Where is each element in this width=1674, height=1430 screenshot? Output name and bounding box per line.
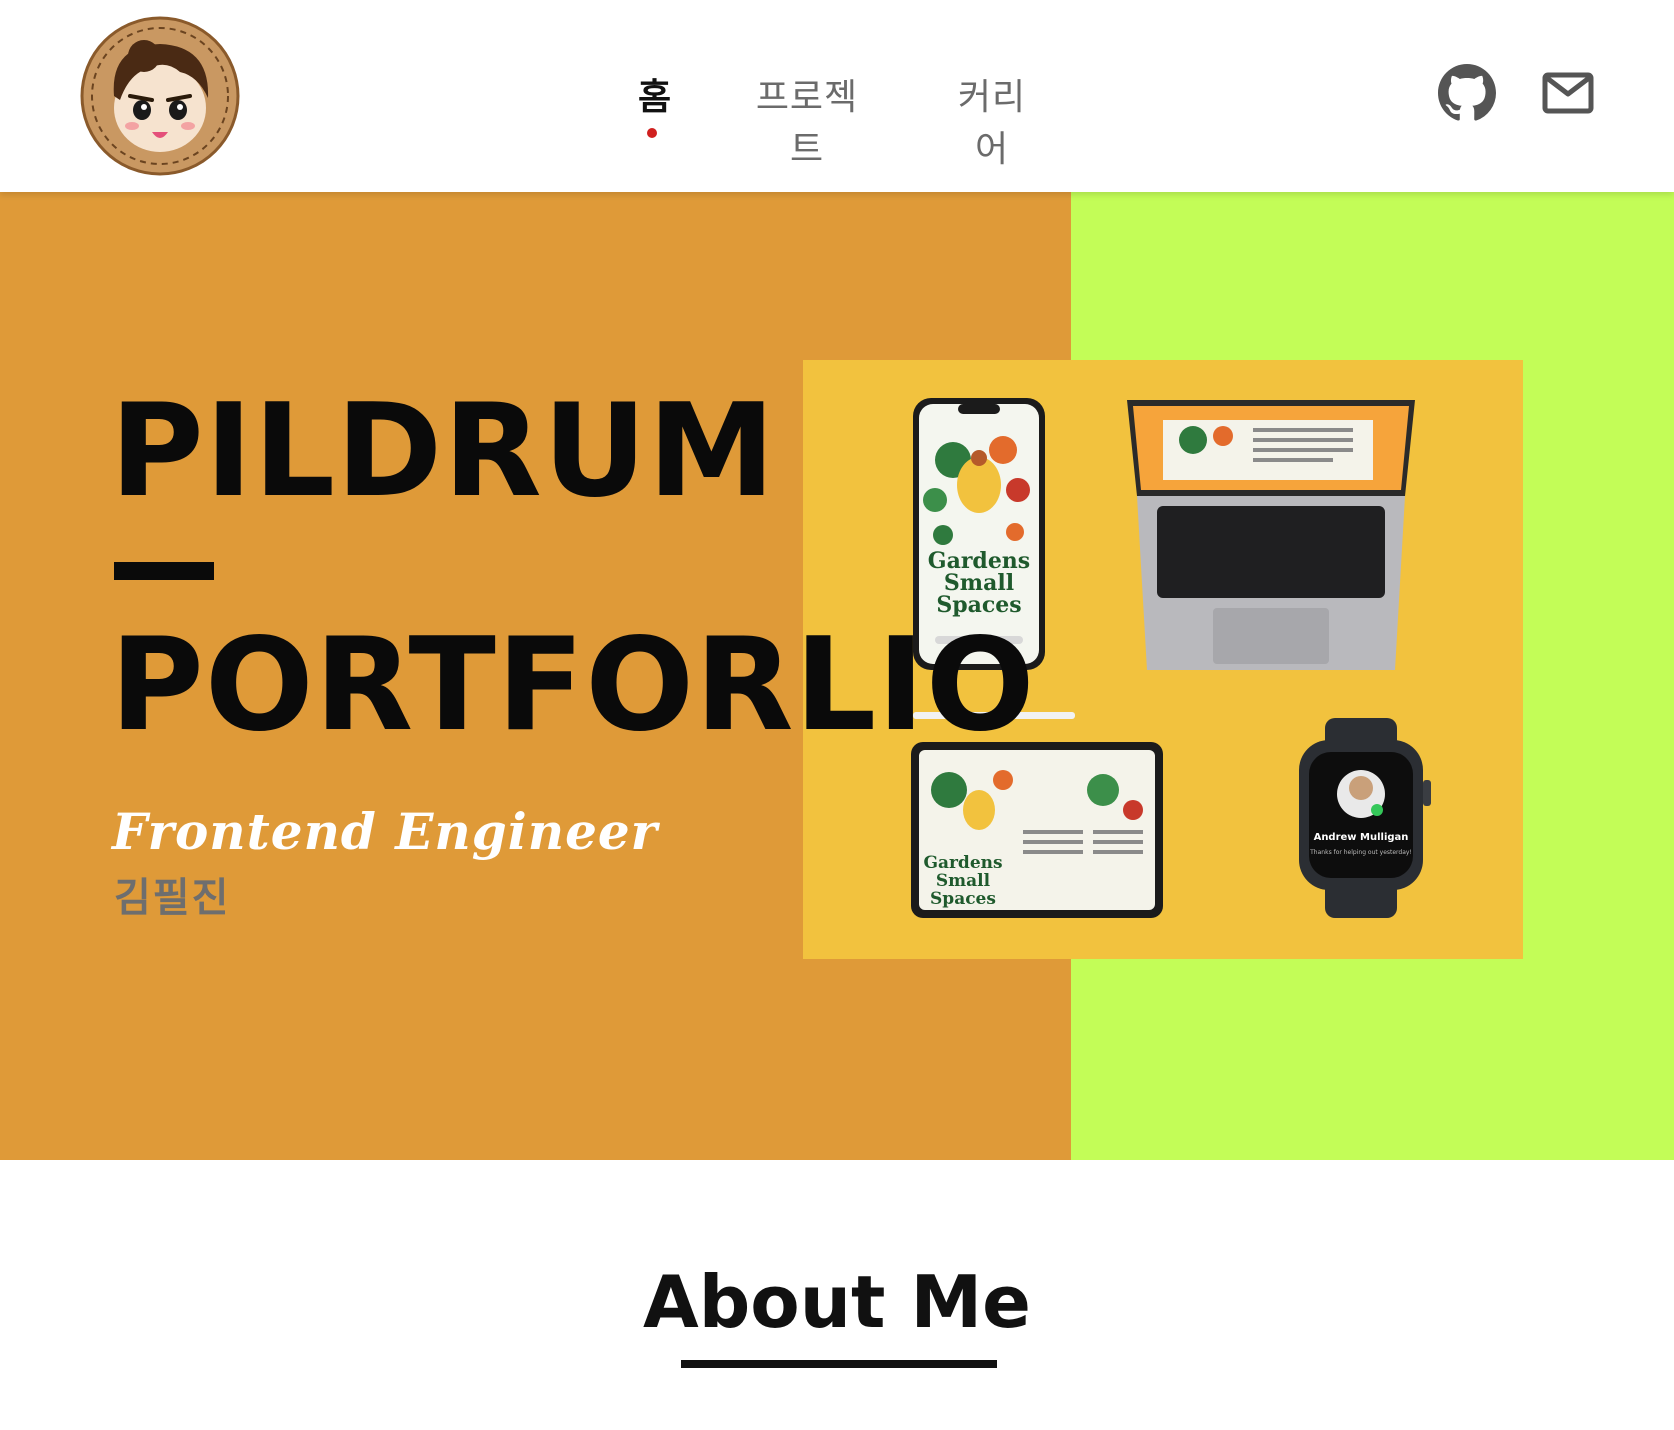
hero-name: 김필진 — [114, 875, 231, 921]
site-header: 홈 프로젝트 커리어 — [0, 0, 1674, 192]
title-dash-divider — [114, 562, 214, 580]
svg-text:Spaces: Spaces — [930, 889, 996, 909]
nav-item-career[interactable]: 커리어 — [942, 68, 1042, 172]
svg-text:Gardens: Gardens — [923, 853, 1002, 873]
hero-subtitle: Frontend Engineer — [112, 802, 659, 861]
macbook-illustration — [1127, 400, 1415, 670]
active-indicator-dot — [647, 128, 657, 138]
ipad-illustration: Gardens Small Spaces — [911, 742, 1163, 918]
hero-title-line2: PORTFORLIO — [110, 611, 1036, 760]
main-nav: 홈 프로젝트 커리어 — [0, 0, 1674, 192]
nav-item-home[interactable]: 홈 — [632, 68, 678, 120]
about-heading: About Me — [643, 1260, 1031, 1344]
nav-item-projects[interactable]: 프로젝트 — [742, 68, 872, 172]
svg-text:Andrew Mulligan: Andrew Mulligan — [1314, 832, 1409, 843]
mail-icon[interactable] — [1542, 72, 1594, 114]
svg-text:Thanks for helping out yesterd: Thanks for helping out yesterday! — [1309, 849, 1412, 856]
hero-title-line1: PILDRUM — [110, 377, 777, 526]
svg-text:Small: Small — [936, 871, 991, 891]
about-heading-underline — [681, 1360, 997, 1368]
github-icon[interactable] — [1438, 64, 1496, 122]
watch-illustration: Andrew Mulligan Thanks for helping out y… — [1299, 718, 1431, 918]
hero-section: Gardens Small Spaces Gardens Small Space… — [0, 192, 1674, 1160]
